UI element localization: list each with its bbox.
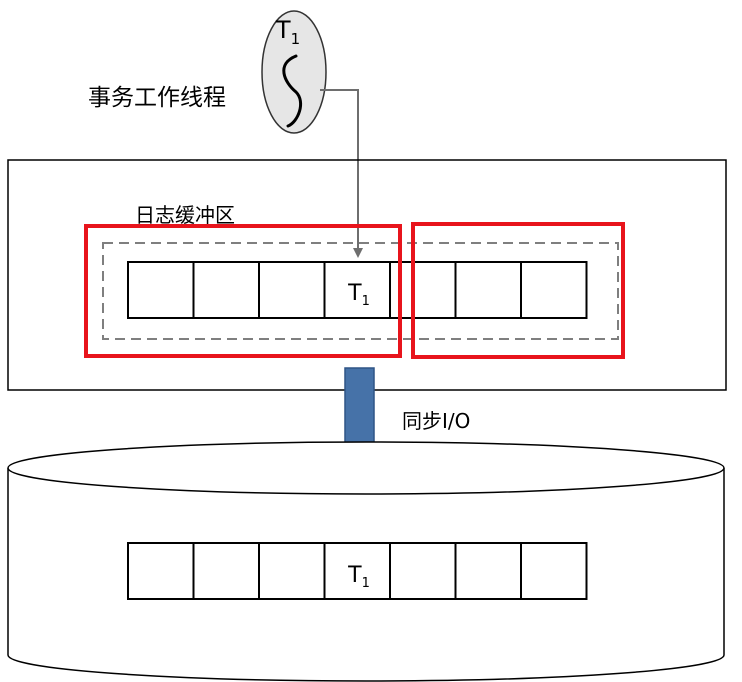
disk-cell bbox=[127, 542, 195, 600]
buffer-cell bbox=[454, 261, 522, 319]
buffer-cell bbox=[258, 261, 326, 319]
buffer-cell bbox=[192, 261, 260, 319]
thread-caption: 事务工作线程 bbox=[88, 85, 226, 111]
buffer-cell bbox=[127, 261, 195, 319]
log-buffer-diagram: T1 事务工作线程 日志缓冲区 T1 同步I/O T1 bbox=[7, 10, 727, 682]
disk-cell bbox=[389, 542, 457, 600]
disk-cell bbox=[192, 542, 260, 600]
buffer-cell bbox=[520, 261, 588, 319]
disk-cell bbox=[454, 542, 522, 600]
log-buffer-label: 日志缓冲区 bbox=[135, 203, 235, 227]
sync-io-label: 同步I/O bbox=[402, 409, 470, 433]
disk-cell bbox=[258, 542, 326, 600]
disk-cell bbox=[520, 542, 588, 600]
disk-top bbox=[7, 441, 725, 495]
thread-node: T1 bbox=[261, 10, 327, 134]
thread-to-buffer-connector bbox=[320, 89, 363, 258]
